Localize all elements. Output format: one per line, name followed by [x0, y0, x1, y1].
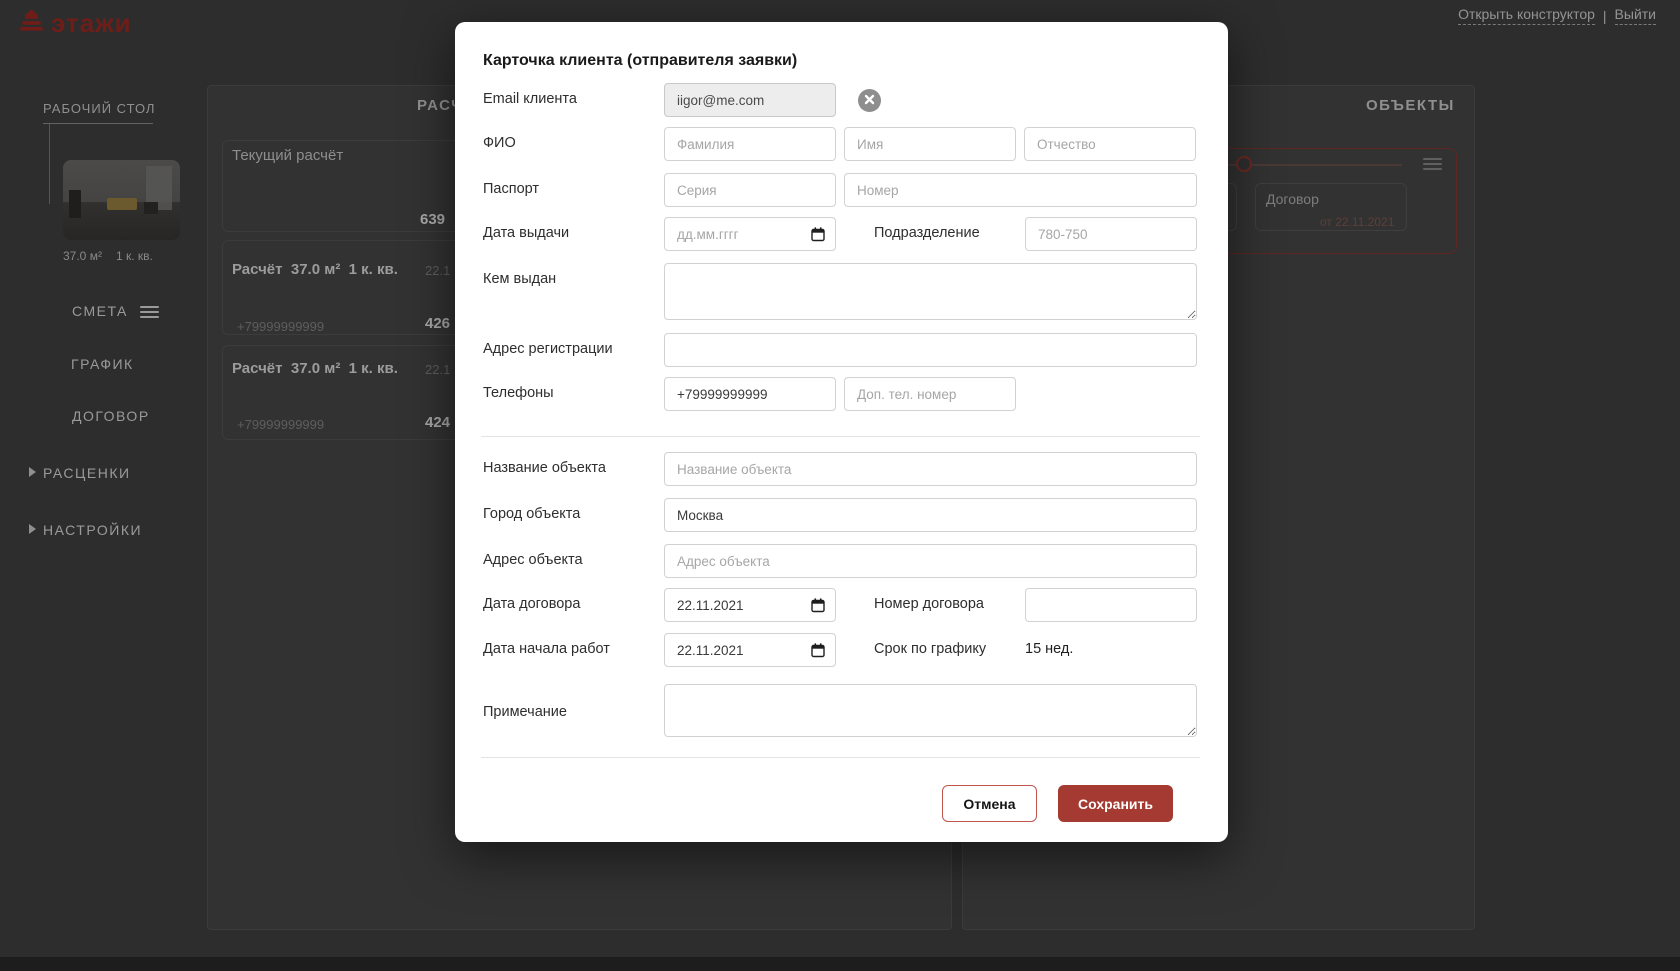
note-textarea[interactable] — [664, 684, 1197, 737]
work-start-date-field — [664, 633, 836, 667]
issue-date-label: Дата выдачи — [483, 225, 570, 241]
clear-email-button[interactable] — [858, 89, 881, 112]
contract-number-input[interactable] — [1025, 588, 1197, 622]
fio-row: ФИО — [483, 127, 1228, 161]
modal-title: Карточка клиента (отправителя заявки) — [483, 52, 798, 69]
object-city-label: Город объекта — [483, 506, 581, 522]
phones-label: Телефоны — [483, 385, 554, 401]
contract-date-label: Дата договора — [483, 596, 581, 612]
work-start-row: Дата начала работ Срок по графику 15 нед… — [483, 633, 1228, 667]
issued-by-textarea[interactable] — [664, 263, 1197, 320]
email-label: Email клиента — [483, 91, 577, 107]
phones-row: Телефоны — [483, 377, 1228, 411]
issue-date-row: Дата выдачи Подразделение — [483, 217, 1228, 251]
calendar-icon[interactable] — [810, 597, 826, 618]
first-name-input[interactable] — [844, 127, 1016, 161]
calendar-icon[interactable] — [810, 226, 826, 247]
note-label: Примечание — [483, 704, 567, 720]
object-address-label: Адрес объекта — [483, 552, 583, 568]
contract-date-row: Дата договора Номер договора — [483, 588, 1228, 622]
work-start-label: Дата начала работ — [483, 641, 610, 657]
object-city-input[interactable] — [664, 498, 1197, 532]
phone-input[interactable] — [664, 377, 836, 411]
object-name-input[interactable] — [664, 452, 1197, 486]
reg-address-label: Адрес регистрации — [483, 341, 613, 357]
contract-date-field — [664, 588, 836, 622]
calendar-icon[interactable] — [810, 642, 826, 663]
reg-address-input[interactable] — [664, 333, 1197, 367]
extra-phone-input[interactable] — [844, 377, 1016, 411]
middle-name-input[interactable] — [1024, 127, 1196, 161]
object-name-row: Название объекта — [483, 452, 1228, 486]
issued-by-row: Кем выдан — [483, 263, 1228, 320]
cancel-button[interactable]: Отмена — [942, 785, 1037, 822]
schedule-label: Срок по графику — [874, 641, 987, 657]
client-card-modal: Карточка клиента (отправителя заявки) Em… — [455, 22, 1228, 842]
note-row: Примечание — [483, 684, 1228, 737]
passport-row: Паспорт — [483, 173, 1228, 207]
email-input[interactable] — [664, 83, 836, 117]
issued-by-label: Кем выдан — [483, 271, 557, 287]
issue-date-field — [664, 217, 836, 251]
email-row: Email клиента — [483, 83, 1228, 117]
fio-label: ФИО — [483, 135, 516, 151]
reg-address-row: Адрес регистрации — [483, 333, 1228, 367]
object-city-row: Город объекта — [483, 498, 1228, 532]
passport-label: Паспорт — [483, 181, 540, 197]
schedule-value: 15 нед. — [1025, 641, 1074, 657]
footer-divider — [481, 757, 1200, 758]
save-button[interactable]: Сохранить — [1058, 785, 1173, 822]
division-label: Подразделение — [874, 225, 980, 241]
passport-series-input[interactable] — [664, 173, 836, 207]
passport-number-input[interactable] — [844, 173, 1197, 207]
close-icon — [864, 93, 875, 108]
modal-actions: Отмена Сохранить — [483, 785, 1228, 822]
object-address-row: Адрес объекта — [483, 544, 1228, 578]
contract-number-label: Номер договора — [874, 596, 984, 612]
object-address-input[interactable] — [664, 544, 1197, 578]
section-divider — [481, 436, 1200, 437]
last-name-input[interactable] — [664, 127, 836, 161]
division-input[interactable] — [1025, 217, 1197, 251]
object-name-label: Название объекта — [483, 460, 606, 476]
